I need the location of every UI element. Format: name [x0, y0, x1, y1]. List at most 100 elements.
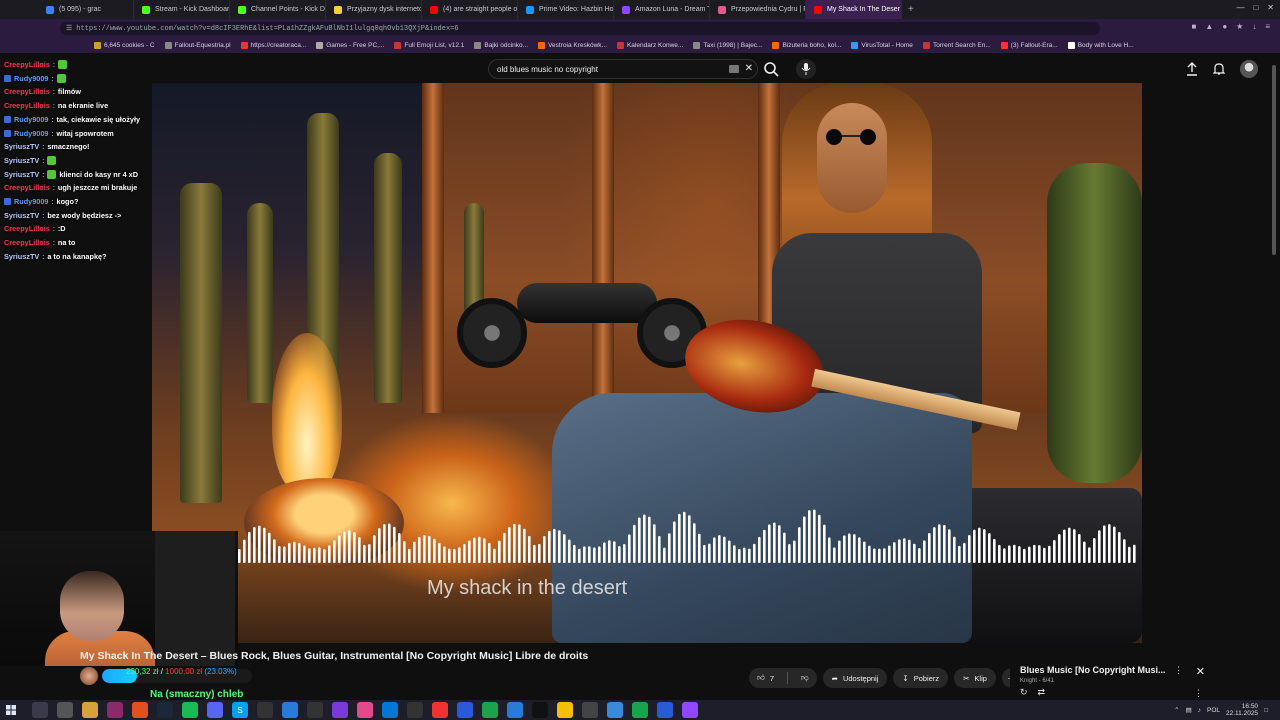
- network-icon[interactable]: ▤: [1186, 706, 1192, 714]
- browser-tab[interactable]: (5 095) - grac: [38, 0, 134, 19]
- taskbar-app-icon[interactable]: [307, 702, 323, 718]
- download-button[interactable]: ↧ Pobierz: [893, 668, 949, 688]
- tray-chevron-icon[interactable]: ⌃: [1174, 706, 1179, 714]
- video-player[interactable]: My shack in the desert: [152, 83, 1142, 643]
- playlist-title[interactable]: Blues Music [No Copyright Musi...: [1020, 665, 1170, 675]
- taskbar-app-icon[interactable]: [657, 702, 673, 718]
- close-playlist-icon[interactable]: ✕: [1196, 665, 1205, 678]
- bookmark-item[interactable]: Bajki odcinko...: [474, 42, 528, 49]
- taskbar-app-icon[interactable]: [107, 702, 123, 718]
- windows-start-icon[interactable]: [6, 705, 16, 715]
- clip-button[interactable]: ✂ Klip: [954, 668, 996, 688]
- clock[interactable]: 16:50 22.11.2025: [1226, 703, 1258, 717]
- taskbar-app-icon[interactable]: [332, 702, 348, 718]
- new-tab-button[interactable]: +: [902, 4, 914, 15]
- like-button[interactable]: 👍︎ 7: [749, 668, 782, 688]
- browser-tab[interactable]: (4) are straight people o: [422, 0, 518, 19]
- bookmark-item[interactable]: Vestroia Kreskówk...: [538, 42, 607, 49]
- bookmark-item[interactable]: Taxi (1998) | Bajec...: [693, 42, 762, 49]
- playlist-more-icon[interactable]: ⋮: [1194, 688, 1203, 699]
- taskbar-app-icon[interactable]: [182, 702, 198, 718]
- maximize-icon[interactable]: □: [1253, 3, 1258, 12]
- taskbar-app-icon[interactable]: [682, 702, 698, 718]
- browser-tab[interactable]: Przepowiednia Cydru | R: [710, 0, 806, 19]
- bookmark-item[interactable]: VirusTotal - Home: [851, 42, 913, 49]
- browser-tab[interactable]: Amazon Luna - Dream Ta: [614, 0, 710, 19]
- download-icon[interactable]: ↓: [1252, 22, 1256, 31]
- bookmark-item[interactable]: Full Emoji List, v12.1: [394, 42, 464, 49]
- address-bar[interactable]: ☰ https://www.youtube.com/watch?v=d8cIF3…: [60, 22, 1100, 35]
- loop-icon[interactable]: ↻: [1020, 687, 1028, 698]
- chat-message: Rudy9009: kogo?: [4, 195, 194, 209]
- taskbar-app-icon[interactable]: [432, 702, 448, 718]
- bookmark-label: Bajki odcinko...: [484, 42, 529, 49]
- taskbar-app-icon[interactable]: [57, 702, 73, 718]
- taskbar-app-icon[interactable]: [82, 702, 98, 718]
- waveform-bar: [688, 515, 691, 563]
- extension-icon[interactable]: ★: [1236, 22, 1243, 31]
- taskbar-app-icon[interactable]: [607, 702, 623, 718]
- site-info-icon[interactable]: ☰: [66, 24, 72, 33]
- minimize-icon[interactable]: —: [1236, 3, 1244, 12]
- browser-tab[interactable]: Channel Points - Kick Da: [230, 0, 326, 19]
- chat-colon: :: [52, 87, 55, 97]
- clear-search-icon[interactable]: ✕: [745, 63, 753, 74]
- taskbar-app-icon[interactable]: [357, 702, 373, 718]
- account-avatar[interactable]: [1240, 60, 1258, 78]
- taskbar-app-icon[interactable]: [507, 702, 523, 718]
- browser-tab[interactable]: My Shack In The Deser: [806, 0, 902, 19]
- browser-tab[interactable]: Stream - Kick Dashboard: [134, 0, 230, 19]
- extension-icon[interactable]: ▲: [1205, 22, 1213, 31]
- taskbar-app-icon[interactable]: [282, 702, 298, 718]
- waveform-bar: [728, 540, 731, 563]
- page-scrollbar[interactable]: [1272, 65, 1276, 255]
- bookmark-item[interactable]: Kalendarz Konwe...: [616, 42, 683, 49]
- search-icon[interactable]: [762, 60, 780, 78]
- search-input[interactable]: old blues music no copyright ✕: [488, 59, 758, 79]
- taskbar-app-icon[interactable]: [132, 702, 148, 718]
- language-indicator[interactable]: POL: [1207, 707, 1220, 714]
- taskbar-app-icon[interactable]: [157, 702, 173, 718]
- taskbar-app-icon[interactable]: [32, 702, 48, 718]
- bookmark-item[interactable]: https://creatoraca...: [240, 42, 306, 49]
- waveform-bar: [1043, 547, 1046, 563]
- volume-icon[interactable]: ♪: [1198, 707, 1201, 714]
- taskbar-app-icon[interactable]: [482, 702, 498, 718]
- bookmark-item[interactable]: Biżuteria boho, kol...: [772, 42, 841, 49]
- taskbar-app-icon[interactable]: [257, 702, 273, 718]
- bookmark-item[interactable]: Games - Free PC,...: [316, 42, 384, 49]
- taskbar-app-icon[interactable]: S: [232, 702, 248, 718]
- browser-tab[interactable]: Prime Video: Hazbin Hote: [518, 0, 614, 19]
- bookmark-item[interactable]: Body with Love H...: [1067, 42, 1134, 49]
- taskbar-app-icon[interactable]: [382, 702, 398, 718]
- keyboard-icon[interactable]: [729, 65, 739, 73]
- bookmark-item[interactable]: Fallout-Equestria.pl: [164, 42, 231, 49]
- taskbar-app-icon[interactable]: [457, 702, 473, 718]
- shuffle-icon[interactable]: ⇄: [1038, 687, 1046, 698]
- extension-icon[interactable]: ●: [1222, 22, 1227, 31]
- bookmark-item[interactable]: 6,645 cookies - C: [94, 42, 155, 49]
- dislike-button[interactable]: 👎︎: [793, 668, 817, 688]
- taskbar-app-icon[interactable]: [582, 702, 598, 718]
- voice-search-button[interactable]: [796, 59, 816, 79]
- notification-center-icon[interactable]: □: [1264, 707, 1268, 714]
- bookmark-item[interactable]: Torrent Search En...: [922, 42, 991, 49]
- menu-icon[interactable]: ≡: [1265, 22, 1270, 31]
- close-window-icon[interactable]: ✕: [1267, 3, 1274, 12]
- upload-icon[interactable]: [1186, 62, 1198, 76]
- waveform-bar: [248, 531, 251, 563]
- bookmark-label: Body with Love H...: [1077, 42, 1134, 49]
- taskbar-app-icon[interactable]: [207, 702, 223, 718]
- waveform-bar: [673, 521, 676, 563]
- bookmark-item[interactable]: (3) Fallout-Era...: [1000, 42, 1058, 49]
- share-button[interactable]: ➦ Udostępnij: [822, 668, 888, 688]
- taskbar-app-icon[interactable]: [407, 702, 423, 718]
- tab-favicon-icon: [718, 5, 726, 14]
- taskbar-app-icon[interactable]: [532, 702, 548, 718]
- playlist-menu-icon[interactable]: ⋮: [1174, 665, 1183, 676]
- notifications-bell-icon[interactable]: [1213, 62, 1225, 76]
- taskbar-app-icon[interactable]: [632, 702, 648, 718]
- extension-icon[interactable]: ■: [1192, 22, 1197, 31]
- taskbar-app-icon[interactable]: [557, 702, 573, 718]
- browser-tab[interactable]: Przyjazny dysk internetowy: [326, 0, 422, 19]
